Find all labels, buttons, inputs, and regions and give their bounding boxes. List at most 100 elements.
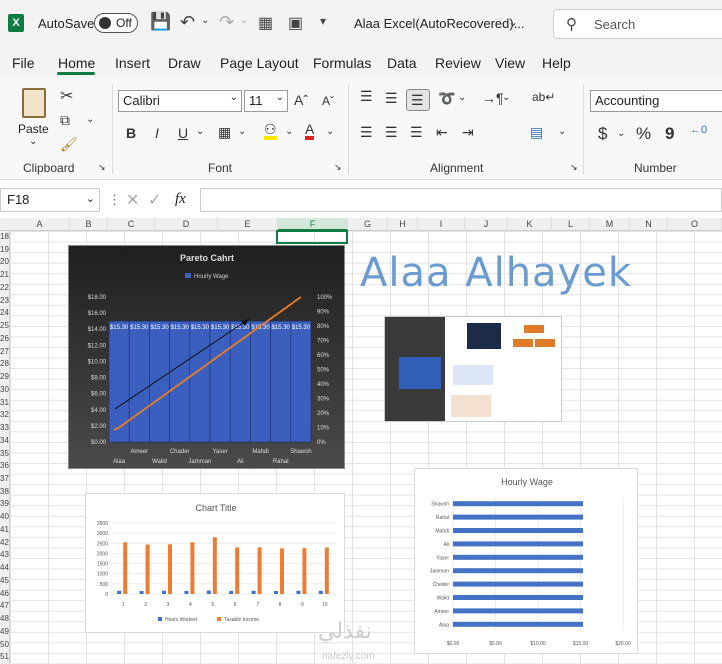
tab-home[interactable]: Home bbox=[58, 55, 95, 71]
column-header[interactable]: I bbox=[418, 218, 465, 231]
merge-dropdown-icon[interactable]: ⌄ bbox=[558, 126, 566, 137]
cancel-icon[interactable]: ✕ bbox=[126, 190, 139, 210]
underline-button[interactable]: U bbox=[178, 125, 188, 141]
row-header[interactable]: 22 bbox=[0, 282, 10, 293]
row-header[interactable]: 46 bbox=[0, 588, 10, 599]
column-header[interactable]: A bbox=[10, 218, 70, 231]
row-header[interactable]: 30 bbox=[0, 384, 10, 395]
font-name-select[interactable]: Calibri ⌄ bbox=[118, 90, 242, 112]
row-header[interactable]: 19 bbox=[0, 244, 10, 255]
alignment-launcher-icon[interactable]: ↘ bbox=[570, 162, 578, 173]
tab-help[interactable]: Help bbox=[542, 55, 571, 71]
percent-button[interactable]: % bbox=[636, 124, 651, 144]
column-header[interactable]: D bbox=[155, 218, 218, 231]
row-header[interactable]: 26 bbox=[0, 333, 10, 344]
decrease-indent-icon[interactable]: ⇤ bbox=[436, 124, 448, 141]
font-launcher-icon[interactable]: ↘ bbox=[334, 162, 342, 173]
bold-button[interactable]: B bbox=[126, 125, 136, 141]
search-box[interactable]: ⚲ Search bbox=[553, 9, 722, 39]
currency-button[interactable]: $ bbox=[598, 124, 607, 144]
row-header[interactable]: 31 bbox=[0, 397, 10, 408]
row-header[interactable]: 37 bbox=[0, 473, 10, 484]
align-middle-icon[interactable]: ☰ bbox=[385, 90, 398, 107]
tab-insert[interactable]: Insert bbox=[115, 55, 150, 71]
row-header[interactable]: 40 bbox=[0, 511, 10, 522]
row-header[interactable]: 45 bbox=[0, 575, 10, 586]
row-header[interactable]: 33 bbox=[0, 422, 10, 433]
tab-page-layout[interactable]: Page Layout bbox=[220, 55, 299, 71]
currency-dropdown-icon[interactable]: ⌄ bbox=[617, 128, 625, 139]
copy-icon[interactable]: ⧉ bbox=[60, 112, 70, 129]
insert-function-button[interactable]: fx bbox=[175, 191, 186, 208]
fill-color-dropdown-icon[interactable]: ⌄ bbox=[285, 126, 293, 137]
tab-formulas[interactable]: Formulas bbox=[313, 55, 371, 71]
borders-dropdown-icon[interactable]: ⌄ bbox=[238, 126, 246, 137]
row-header[interactable]: 23 bbox=[0, 295, 10, 306]
comma-button[interactable]: 9 bbox=[665, 124, 674, 144]
increase-font-icon[interactable]: Aˆ bbox=[294, 92, 308, 108]
row-header[interactable]: 50 bbox=[0, 639, 10, 650]
column-header[interactable]: K bbox=[508, 218, 552, 231]
row-header[interactable]: 29 bbox=[0, 371, 10, 382]
row-header[interactable]: 36 bbox=[0, 460, 10, 471]
column-chart[interactable]: Chart Title 3500 3000 2500 2000 1500 1000 500 0 1… bbox=[85, 493, 345, 633]
align-center-icon[interactable]: ☰ bbox=[385, 124, 398, 141]
orientation-dropdown-icon[interactable]: ⌄ bbox=[458, 92, 466, 103]
column-header[interactable]: N bbox=[630, 218, 668, 231]
more-options-icon[interactable]: ⋮ bbox=[108, 192, 121, 208]
column-header[interactable]: M bbox=[590, 218, 630, 231]
row-header[interactable]: 32 bbox=[0, 409, 10, 420]
number-format-select[interactable]: Accounting bbox=[590, 90, 722, 112]
autosave-toggle[interactable]: Off bbox=[94, 13, 138, 33]
tab-draw[interactable]: Draw bbox=[168, 55, 201, 71]
format-painter-icon[interactable]: 🖌 bbox=[60, 136, 78, 153]
row-header[interactable]: 42 bbox=[0, 537, 10, 548]
increase-decimal-icon[interactable]: ←0 bbox=[690, 124, 707, 136]
text-direction-dropdown-icon[interactable]: ⌄ bbox=[502, 92, 510, 103]
pareto-chart[interactable]: Pareto Cahrt Hourly Wage $18.00 $16.00 $14.0… bbox=[68, 245, 345, 469]
row-header[interactable]: 47 bbox=[0, 600, 10, 611]
column-header[interactable]: H bbox=[388, 218, 418, 231]
filename-dropdown-icon[interactable]: ⌄ bbox=[508, 15, 518, 29]
paste-icon[interactable] bbox=[22, 88, 46, 118]
tab-file[interactable]: File bbox=[12, 55, 35, 71]
decrease-font-icon[interactable]: Aˇ bbox=[322, 94, 334, 108]
wordart-title[interactable]: Alaa Alhayek bbox=[360, 250, 632, 296]
font-size-select[interactable]: 11 ⌄ bbox=[244, 90, 288, 112]
align-top-icon[interactable]: ☰ bbox=[360, 88, 373, 105]
clipboard-launcher-icon[interactable]: ↘ bbox=[98, 162, 106, 173]
row-header[interactable]: 24 bbox=[0, 307, 10, 318]
tab-data[interactable]: Data bbox=[387, 55, 417, 71]
italic-button[interactable]: I bbox=[155, 125, 159, 141]
row-header[interactable]: 38 bbox=[0, 486, 10, 497]
redo-dropdown-icon[interactable]: ⌄ bbox=[240, 15, 248, 26]
column-header[interactable]: O bbox=[668, 218, 722, 231]
enter-icon[interactable]: ✓ bbox=[148, 190, 161, 210]
increase-indent-icon[interactable]: ⇥ bbox=[462, 124, 474, 141]
paste-button-label[interactable]: Paste bbox=[18, 122, 49, 136]
row-header[interactable]: 51 bbox=[0, 651, 10, 662]
copy-dropdown-icon[interactable]: ⌄ bbox=[86, 114, 94, 125]
save-icon[interactable]: 💾 bbox=[150, 12, 171, 32]
row-header[interactable]: 48 bbox=[0, 613, 10, 624]
column-header[interactable]: E bbox=[218, 218, 278, 231]
orientation-icon[interactable]: ➰ bbox=[438, 90, 455, 107]
name-box[interactable]: F18 ⌄ bbox=[0, 188, 100, 212]
align-right-icon[interactable]: ☰ bbox=[410, 124, 423, 141]
column-header[interactable]: B bbox=[70, 218, 108, 231]
row-header[interactable]: 18 bbox=[0, 231, 10, 242]
tab-view[interactable]: View bbox=[495, 55, 525, 71]
undo-icon[interactable]: ↶ bbox=[180, 12, 195, 33]
row-header[interactable]: 39 bbox=[0, 498, 10, 509]
row-header[interactable]: 43 bbox=[0, 549, 10, 560]
font-color-dropdown-icon[interactable]: ⌄ bbox=[326, 126, 334, 137]
undo-dropdown-icon[interactable]: ⌄ bbox=[201, 15, 209, 26]
column-header[interactable]: J bbox=[465, 218, 508, 231]
row-header[interactable]: 41 bbox=[0, 524, 10, 535]
form-icon[interactable]: ▦ bbox=[258, 13, 273, 33]
redo-icon[interactable]: ↷ bbox=[219, 12, 234, 33]
row-header[interactable]: 28 bbox=[0, 358, 10, 369]
text-direction-icon[interactable]: →¶ bbox=[482, 90, 504, 106]
embedded-screenshot-image[interactable] bbox=[384, 316, 562, 422]
row-header[interactable]: 20 bbox=[0, 256, 10, 267]
